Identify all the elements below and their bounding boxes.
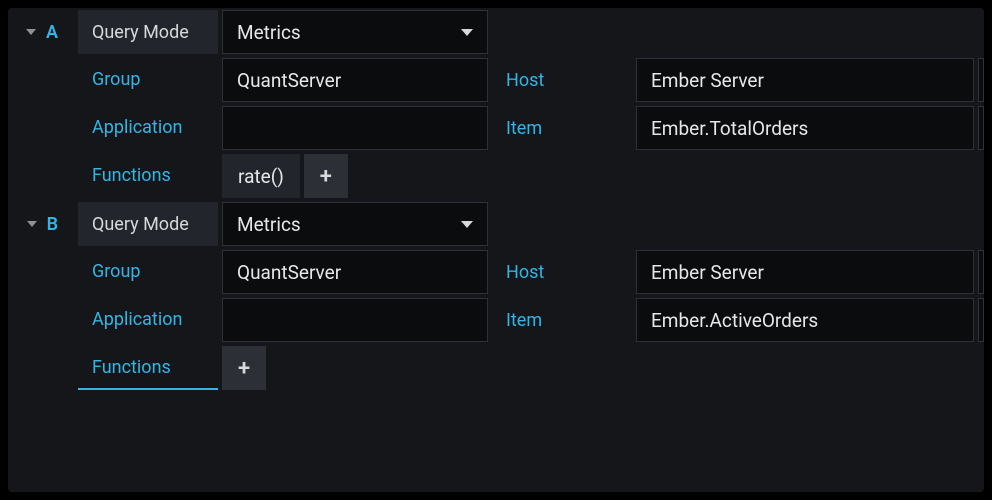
trail-cell[interactable] — [978, 250, 984, 294]
host-input[interactable]: Ember Server — [636, 58, 974, 102]
caret-down-icon — [27, 221, 37, 227]
add-function-button[interactable]: + — [222, 346, 266, 390]
query-mode-select[interactable]: Metrics — [222, 202, 488, 246]
label-application: Application — [78, 106, 218, 150]
label-host: Host — [492, 250, 632, 294]
function-chip-rate[interactable]: rate() — [222, 154, 300, 198]
host-input[interactable]: Ember Server — [636, 250, 974, 294]
query-a: A Query Mode Metrics Group QuantServer H… — [8, 8, 984, 200]
label-host: Host — [492, 58, 632, 102]
chevron-down-icon — [461, 221, 473, 228]
query-mode-value: Metrics — [237, 213, 301, 236]
item-input[interactable]: Ember.TotalOrders — [636, 106, 974, 150]
label-group: Group — [78, 58, 218, 102]
group-input[interactable]: QuantServer — [222, 250, 488, 294]
application-input[interactable] — [222, 106, 488, 150]
query-a-toggle[interactable]: A — [8, 10, 74, 54]
application-input[interactable] — [222, 298, 488, 342]
item-input[interactable]: Ember.ActiveOrders — [636, 298, 974, 342]
query-letter: B — [47, 214, 58, 235]
label-item: Item — [492, 298, 632, 342]
trail-cell[interactable] — [978, 58, 984, 102]
plus-icon: + — [238, 356, 250, 381]
label-functions: Functions — [78, 346, 218, 390]
chevron-down-icon — [461, 29, 473, 36]
plus-icon: + — [320, 164, 332, 189]
label-application: Application — [78, 298, 218, 342]
query-b-toggle[interactable]: B — [8, 202, 74, 246]
query-b: B Query Mode Metrics Group QuantServer H… — [8, 200, 984, 392]
query-mode-value: Metrics — [237, 21, 301, 44]
label-group: Group — [78, 250, 218, 294]
query-mode-select[interactable]: Metrics — [222, 10, 488, 54]
label-query-mode: Query Mode — [78, 10, 218, 54]
trail-cell[interactable] — [978, 298, 984, 342]
caret-down-icon — [26, 29, 36, 35]
label-item: Item — [492, 106, 632, 150]
label-query-mode: Query Mode — [78, 202, 218, 246]
query-letter: A — [46, 22, 58, 43]
label-functions: Functions — [78, 154, 218, 198]
trail-cell[interactable] — [978, 106, 984, 150]
group-input[interactable]: QuantServer — [222, 58, 488, 102]
add-function-button[interactable]: + — [304, 154, 348, 198]
query-editor-panel: A Query Mode Metrics Group QuantServer H… — [8, 8, 984, 492]
